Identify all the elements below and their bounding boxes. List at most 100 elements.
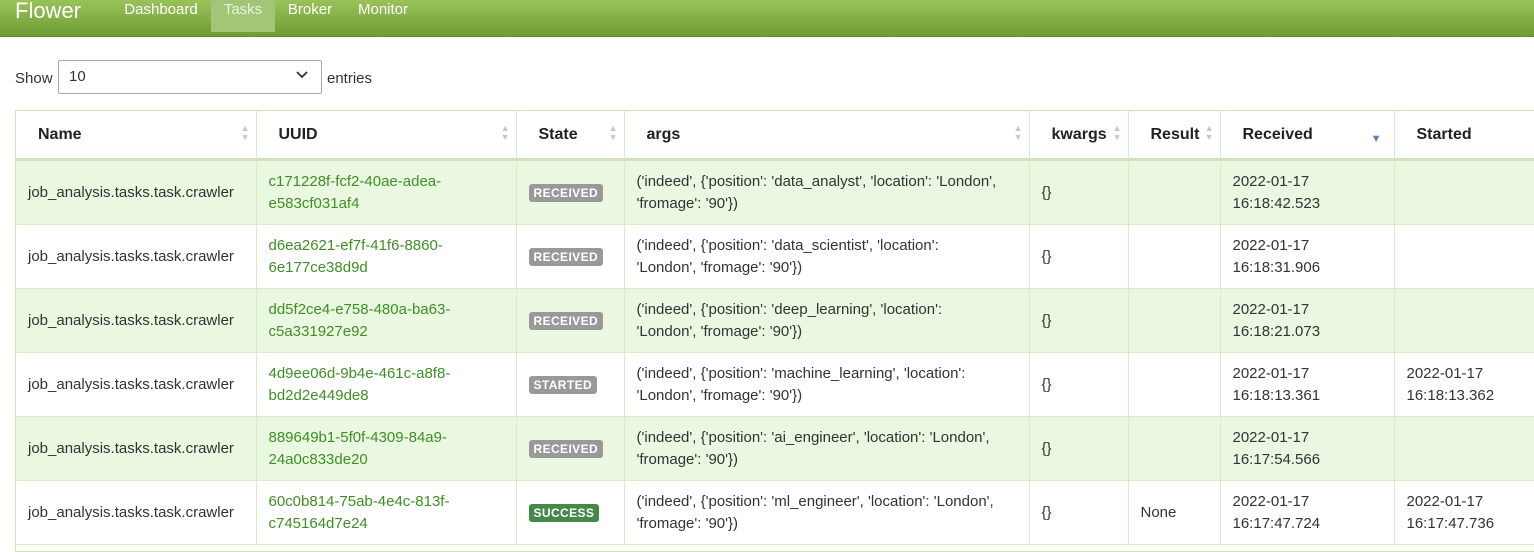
cell-started: 2022-01-17 16:18:13.362	[1394, 352, 1534, 417]
col-header-label: kwargs	[1051, 125, 1107, 143]
task-uuid-link[interactable]: d6ea2621-ef7f-41f6-8860- 6e177ce38d9d	[269, 237, 443, 276]
cell-args: ('indeed', {'position': 'ai_engineer', '…	[624, 416, 1030, 481]
args-line: 'fromage': '90'})	[636, 450, 739, 468]
cell-state: RECEIVED	[516, 224, 625, 289]
task-name: job_analysis.tasks.task.crawler	[28, 439, 234, 457]
task-uuid-link[interactable]: dd5f2ce4-e758-480a-ba63- c5a331927e92	[269, 301, 451, 340]
table-body: job_analysis.tasks.task.crawler c171228f…	[16, 159, 1534, 545]
col-header-result[interactable]: Result ▲ ▼	[1128, 111, 1221, 160]
brand-logo[interactable]: Flower	[15, 0, 81, 26]
entries-select[interactable]: 10	[58, 60, 322, 94]
nav-tasks[interactable]: Tasks	[211, 0, 275, 32]
received-date: 2022-01-17	[1232, 300, 1310, 318]
task-uuid-link[interactable]: 4d9ee06d-9b4e-461c-a8f8- bd2d2e449de8	[269, 365, 451, 404]
args-line: 'London', 'fromage': '90'})	[636, 386, 803, 404]
cell-received: 2022-01-17 16:17:47.724	[1220, 480, 1395, 545]
table-row[interactable]: job_analysis.tasks.task.crawler d6ea2621…	[16, 224, 1534, 289]
cell-result	[1128, 416, 1221, 481]
cell-args: ('indeed', {'position': 'deep_learning',…	[624, 288, 1030, 353]
sort-both-icon: ▲ ▼	[608, 123, 618, 142]
cell-args: ('indeed', {'position': 'data_analyst', …	[624, 159, 1030, 225]
kwargs-value: {}	[1041, 247, 1052, 265]
status-badge: STARTED	[528, 375, 598, 394]
task-uuid-link[interactable]: c171228f-fcf2-40ae-adea-e583cf031af4	[269, 173, 442, 212]
kwargs-value: {}	[1041, 183, 1052, 201]
entries-label: entries	[327, 70, 373, 87]
status-badge: RECEIVED	[528, 247, 604, 266]
args-line: ('indeed', {'position': 'machine_learnin…	[636, 364, 966, 382]
cell-started	[1394, 159, 1534, 225]
uuid-part: 4d9ee06d-9b4e-461c-a8f8-	[268, 364, 451, 382]
cell-started	[1394, 224, 1534, 289]
args-line: 'fromage': '90'})	[636, 514, 739, 532]
cell-started: 2022-01-17 16:17:47.736	[1394, 480, 1534, 545]
chevron-down-icon	[296, 71, 308, 79]
sort-both-icon: ▲ ▼	[1112, 123, 1122, 142]
args-line: 'London', 'fromage': '90'})	[636, 322, 803, 340]
col-header-name[interactable]: Name ▲ ▼	[16, 111, 257, 160]
started-time: 16:17:47.736	[1406, 514, 1495, 532]
cell-args: ('indeed', {'position': 'data_scientist'…	[624, 224, 1030, 289]
cell-started	[1394, 288, 1534, 353]
col-header-uuid[interactable]: UUID ▲ ▼	[256, 111, 517, 160]
kwargs-value: {}	[1041, 311, 1052, 329]
cell-state: RECEIVED	[516, 288, 625, 353]
cell-uuid: 4d9ee06d-9b4e-461c-a8f8- bd2d2e449de8	[256, 352, 517, 417]
nav-broker[interactable]: Broker	[276, 0, 344, 32]
col-header-received[interactable]: Received ▼	[1220, 111, 1395, 160]
cell-uuid: c171228f-fcf2-40ae-adea-e583cf031af4	[256, 159, 517, 225]
col-header-kwargs[interactable]: kwargs ▲ ▼	[1029, 111, 1129, 160]
task-name: job_analysis.tasks.task.crawler	[28, 311, 234, 329]
args-line: ('indeed', {'position': 'ai_engineer', '…	[636, 428, 990, 446]
uuid-part: 6e177ce38d9d	[268, 258, 368, 276]
cell-args: ('indeed', {'position': 'ml_engineer', '…	[624, 480, 1030, 545]
args-line: 'London', 'fromage': '90'})	[636, 258, 803, 276]
args-line: ('indeed', {'position': 'data_scientist'…	[636, 236, 939, 254]
cell-name: job_analysis.tasks.task.crawler	[16, 224, 257, 289]
args-line: ('indeed', {'position': 'data_analyst', …	[636, 172, 997, 190]
sort-both-icon: ▲ ▼	[500, 123, 510, 142]
cell-kwargs: {}	[1029, 480, 1129, 545]
received-time: 16:17:54.566	[1232, 450, 1321, 468]
status-badge: SUCCESS	[528, 503, 600, 522]
task-uuid-link[interactable]: 889649b1-5f0f-4309-84a9- 24a0c833de20	[269, 429, 447, 468]
table-row[interactable]: job_analysis.tasks.task.crawler 4d9ee06d…	[16, 352, 1534, 417]
received-time: 16:18:42.523	[1232, 194, 1321, 212]
received-time: 16:18:13.361	[1232, 386, 1321, 404]
cell-kwargs: {}	[1029, 352, 1129, 417]
task-name: job_analysis.tasks.task.crawler	[28, 247, 234, 265]
started-time: 16:18:13.362	[1406, 386, 1495, 404]
received-date: 2022-01-17	[1232, 364, 1310, 382]
cell-uuid: 60c0b814-75ab-4e4c-813f-c745164d7e24	[256, 480, 517, 545]
col-header-label: Received	[1242, 125, 1313, 143]
table-row[interactable]: job_analysis.tasks.task.crawler 60c0b814…	[16, 480, 1534, 545]
col-header-label: State	[538, 125, 578, 143]
uuid-part: c745164d7e24	[268, 514, 368, 532]
cell-name: job_analysis.tasks.task.crawler	[16, 288, 257, 353]
uuid-part: 60c0b814-75ab-4e4c-813f-	[268, 492, 450, 510]
table-row[interactable]: job_analysis.tasks.task.crawler 889649b1…	[16, 416, 1534, 481]
cell-result: None	[1128, 480, 1221, 545]
task-uuid-link[interactable]: 60c0b814-75ab-4e4c-813f-c745164d7e24	[269, 493, 450, 532]
uuid-part: d6ea2621-ef7f-41f6-8860-	[268, 236, 443, 254]
nav-dashboard[interactable]: Dashboard	[112, 0, 210, 32]
cell-kwargs: {}	[1029, 159, 1129, 225]
table-row[interactable]: job_analysis.tasks.task.crawler c171228f…	[16, 159, 1534, 225]
cell-received: 2022-01-17 16:18:31.906	[1220, 224, 1395, 289]
sort-desc-icon: ▼	[1370, 133, 1382, 145]
col-header-state[interactable]: State ▲ ▼	[516, 111, 625, 160]
cell-name: job_analysis.tasks.task.crawler	[16, 480, 257, 545]
uuid-part: bd2d2e449de8	[268, 386, 369, 404]
task-name: job_analysis.tasks.task.crawler	[28, 375, 234, 393]
col-header-started[interactable]: Started	[1394, 111, 1534, 160]
received-time: 16:18:31.906	[1232, 258, 1321, 276]
received-date: 2022-01-17	[1232, 172, 1310, 190]
col-header-args[interactable]: args ▲ ▼	[624, 111, 1030, 160]
sort-both-icon: ▲ ▼	[1204, 123, 1214, 142]
kwargs-value: {}	[1041, 503, 1052, 521]
uuid-part: c5a331927e92	[268, 322, 368, 340]
started-date: 2022-01-17	[1406, 492, 1484, 510]
table-row[interactable]: job_analysis.tasks.task.crawler dd5f2ce4…	[16, 288, 1534, 353]
nav-monitor[interactable]: Monitor	[346, 0, 420, 32]
status-badge: RECEIVED	[528, 439, 604, 458]
